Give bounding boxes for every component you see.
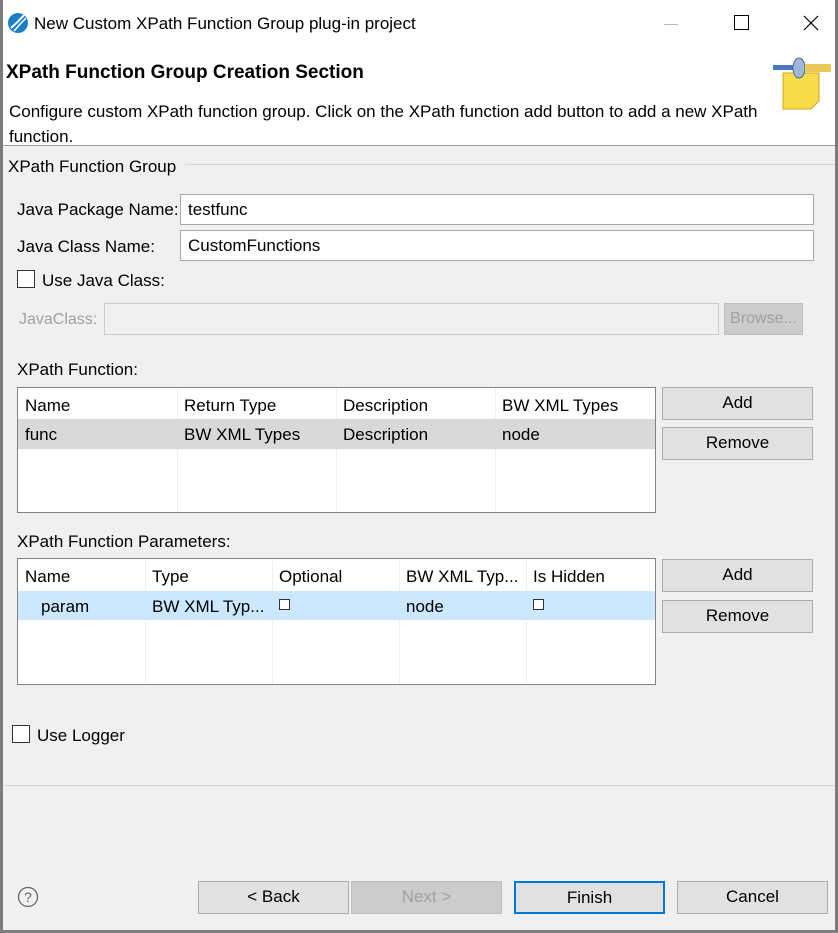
minimize-button[interactable]	[664, 24, 678, 25]
app-logo-icon	[8, 13, 28, 33]
xpath-function-parameters-label: XPath Function Parameters:	[17, 532, 231, 551]
functions-table: Name Return Type Description BW XML Type…	[17, 387, 656, 513]
table-row[interactable]	[18, 591, 655, 620]
title-bar: New Custom XPath Function Group plug-in …	[3, 0, 835, 47]
package-name-input[interactable]: testfunc	[180, 194, 814, 225]
param-optional-checkbox[interactable]	[279, 599, 290, 610]
param-hidden-checkbox[interactable]	[533, 599, 544, 610]
column-header-type[interactable]: Type	[145, 562, 189, 591]
function-bw-types-cell[interactable]: node	[495, 420, 540, 449]
page-description: Configure custom XPath function group. C…	[9, 102, 758, 146]
xpath-function-label: XPath Function:	[17, 360, 138, 379]
column-header-name[interactable]: Name	[18, 391, 70, 420]
use-java-class-checkbox[interactable]	[17, 270, 35, 288]
class-name-label: Java Class Name:	[17, 237, 155, 256]
java-class-label: JavaClass:	[19, 311, 98, 328]
next-button[interactable]: Next >	[351, 881, 502, 914]
page-title: XPath Function Group Creation Section	[6, 62, 364, 83]
function-return-type-cell[interactable]: BW XML Types	[177, 420, 300, 449]
column-header-bw-xml-type[interactable]: BW XML Typ...	[399, 562, 518, 591]
package-name-label: Java Package Name:	[17, 200, 179, 219]
column-header-return-type[interactable]: Return Type	[177, 391, 276, 420]
close-button[interactable]	[803, 15, 819, 31]
use-logger-label: Use Logger	[37, 726, 125, 745]
column-header-description[interactable]: Description	[336, 391, 428, 420]
column-header-optional[interactable]: Optional	[272, 562, 342, 591]
function-name-cell[interactable]: func	[18, 420, 57, 449]
remove-parameter-button[interactable]: Remove	[662, 600, 813, 633]
param-type-cell[interactable]: BW XML Typ...	[145, 592, 271, 621]
group-label: XPath Function Group	[8, 157, 177, 176]
java-class-input[interactable]	[104, 303, 719, 335]
wizard-header: XPath Function Group Creation Section Co…	[3, 47, 835, 146]
footer-divider	[3, 785, 835, 786]
group-divider	[185, 164, 835, 165]
remove-function-button[interactable]: Remove	[662, 427, 813, 460]
back-button[interactable]: < Back	[198, 881, 349, 914]
finish-button[interactable]: Finish	[514, 881, 665, 914]
param-name-cell[interactable]: param	[34, 592, 89, 621]
window-title: New Custom XPath Function Group plug-in …	[34, 14, 416, 33]
column-header-bw-xml-types[interactable]: BW XML Types	[495, 391, 618, 420]
add-function-button[interactable]: Add	[662, 387, 813, 420]
parameters-table: Name Type Optional BW XML Typ... Is Hidd…	[17, 558, 656, 685]
wizard-dialog: New Custom XPath Function Group plug-in …	[3, 0, 835, 930]
plugin-wizard-icon	[773, 57, 831, 110]
svg-text:?: ?	[24, 889, 32, 905]
cancel-button[interactable]: Cancel	[677, 881, 828, 914]
param-bw-type-cell[interactable]: node	[399, 592, 444, 621]
browse-button[interactable]: Browse...	[724, 303, 803, 335]
use-java-class-label: Use Java Class:	[42, 271, 165, 290]
use-logger-checkbox[interactable]	[12, 725, 30, 743]
add-parameter-button[interactable]: Add	[662, 559, 813, 592]
class-name-input[interactable]: CustomFunctions	[180, 230, 814, 261]
maximize-button[interactable]	[734, 15, 749, 30]
function-description-cell[interactable]: Description	[336, 420, 428, 449]
column-header-name[interactable]: Name	[18, 562, 70, 591]
help-icon[interactable]: ?	[17, 886, 39, 908]
column-header-is-hidden[interactable]: Is Hidden	[526, 562, 605, 591]
